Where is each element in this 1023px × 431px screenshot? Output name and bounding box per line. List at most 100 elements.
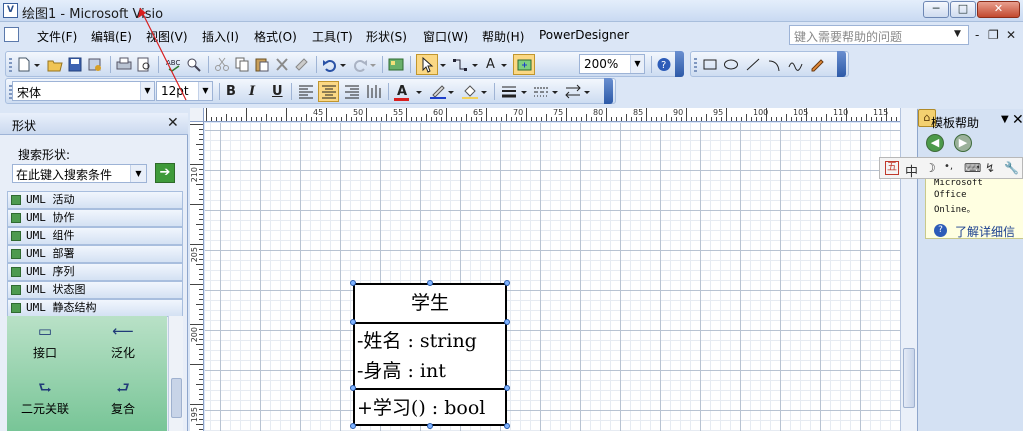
selection-handle[interactable] xyxy=(350,385,356,391)
back-icon[interactable]: ◀ xyxy=(926,134,944,152)
menu-insert[interactable]: 插入(I) xyxy=(202,28,239,45)
master-binary-association[interactable]: ⮑ 二元关联 xyxy=(15,378,75,417)
menu-window[interactable]: 窗口(W) xyxy=(423,28,468,45)
menu-view[interactable]: 视图(V) xyxy=(146,28,188,45)
mdi-minimize-button[interactable]: - xyxy=(975,28,979,42)
toolbar-options-button[interactable] xyxy=(675,51,684,77)
font-color-button[interactable]: A xyxy=(397,84,407,99)
chevron-down-icon[interactable]: ▼ xyxy=(130,165,146,182)
connector-tool-icon[interactable] xyxy=(452,57,468,72)
close-icon[interactable]: ✕ xyxy=(1012,112,1023,128)
class-operations[interactable]: +学习() : bool xyxy=(355,390,505,426)
rectangle-tool-icon[interactable] xyxy=(702,57,718,72)
underline-button[interactable]: U xyxy=(272,84,283,99)
pointer-tool-button[interactable] xyxy=(416,54,438,75)
justify-icon[interactable] xyxy=(366,84,382,99)
font-size-select[interactable]: 12pt ▼ xyxy=(156,81,213,101)
chevron-down-icon[interactable] xyxy=(481,84,487,99)
stencil-uml-static-structure[interactable]: UML 静态结构 xyxy=(7,299,183,317)
chevron-down-icon[interactable]: ▼ xyxy=(198,82,212,100)
class-name[interactable]: 学生 xyxy=(355,285,505,324)
italic-button[interactable]: I xyxy=(249,84,255,99)
shapes-window-icon[interactable] xyxy=(388,57,404,72)
selection-handle[interactable] xyxy=(350,280,356,286)
keyboard-icon[interactable]: ⌨ xyxy=(964,161,981,175)
ime-punctuation-icon[interactable]: •, xyxy=(944,161,953,172)
toolbar-grip[interactable] xyxy=(694,58,697,72)
close-button[interactable]: ✕ xyxy=(977,1,1020,18)
shapes-scrollbar[interactable] xyxy=(168,316,183,431)
zoom-select[interactable]: 200% ▼ xyxy=(579,54,645,74)
toolbar-grip[interactable] xyxy=(9,58,12,72)
delete-icon[interactable] xyxy=(274,57,290,72)
copy-icon[interactable] xyxy=(234,57,250,72)
arc-tool-icon[interactable] xyxy=(767,57,783,72)
chevron-down-icon[interactable] xyxy=(501,57,507,72)
permission-icon[interactable] xyxy=(87,57,103,72)
align-left-icon[interactable] xyxy=(298,84,314,99)
uml-class-shape[interactable]: 学生 -姓名 : string -身高 : int +学习() : bool xyxy=(353,283,507,426)
forward-icon[interactable]: ▶ xyxy=(954,134,972,152)
close-icon[interactable]: ✕ xyxy=(167,115,179,131)
research-icon[interactable] xyxy=(186,57,202,72)
line-weight-icon[interactable] xyxy=(501,84,517,99)
maximize-button[interactable]: □ xyxy=(950,1,976,18)
chevron-down-icon[interactable]: ▼ xyxy=(954,29,961,39)
chevron-down-icon[interactable] xyxy=(340,57,346,72)
learn-more-link[interactable]: 了解详细信 xyxy=(955,223,1015,240)
master-interface[interactable]: ▭ 接口 xyxy=(15,322,75,361)
align-center-button[interactable] xyxy=(318,81,339,102)
redo-icon[interactable] xyxy=(352,57,368,72)
stencil-uml-component[interactable]: UML 组件 xyxy=(7,227,183,245)
bold-button[interactable]: B xyxy=(226,84,236,99)
menu-powerdesigner[interactable]: PowerDesigner xyxy=(539,28,629,42)
chevron-down-icon[interactable] xyxy=(584,84,590,99)
search-go-button[interactable]: ➔ xyxy=(155,163,175,183)
document-icon[interactable] xyxy=(4,27,19,42)
chevron-down-icon[interactable] xyxy=(552,84,558,99)
master-composition[interactable]: ⮐ 复合 xyxy=(93,378,153,417)
ime-wubi-icon[interactable]: 五 xyxy=(885,161,899,175)
help-question-input[interactable]: 键入需要帮助的问题 xyxy=(789,25,969,45)
align-right-icon[interactable] xyxy=(344,84,360,99)
line-color-icon[interactable] xyxy=(430,84,446,99)
format-painter-icon[interactable] xyxy=(294,57,310,72)
selection-handle[interactable] xyxy=(427,423,433,429)
scrollbar-thumb[interactable] xyxy=(903,348,915,408)
connection-point-button[interactable] xyxy=(513,54,535,75)
menu-help[interactable]: 帮助(H) xyxy=(482,28,524,45)
wrench-icon[interactable]: 🔧 xyxy=(1004,161,1019,175)
toolbar-options-button[interactable] xyxy=(837,51,846,77)
ime-options-icon[interactable]: ↯ xyxy=(985,161,995,175)
print-preview-icon[interactable] xyxy=(136,57,152,72)
menu-format[interactable]: 格式(O) xyxy=(254,28,297,45)
chevron-down-icon[interactable] xyxy=(370,57,376,72)
save-icon[interactable] xyxy=(67,57,83,72)
task-pane-menu-icon[interactable]: ▼ xyxy=(1001,114,1009,125)
line-tool-icon[interactable] xyxy=(745,57,761,72)
line-ends-icon[interactable] xyxy=(565,84,581,99)
text-tool-button[interactable]: A xyxy=(486,57,495,72)
vertical-ruler[interactable]: 210 205 200 195 xyxy=(190,122,204,431)
menu-edit[interactable]: 编辑(E) xyxy=(91,28,132,45)
visio-icon[interactable]: V xyxy=(3,3,18,18)
mdi-restore-button[interactable]: ❐ xyxy=(988,28,999,42)
chevron-down-icon[interactable] xyxy=(472,57,478,72)
chevron-down-icon[interactable] xyxy=(416,84,422,99)
menu-tools[interactable]: 工具(T) xyxy=(312,28,353,45)
stencil-uml-activity[interactable]: UML 活动 xyxy=(7,191,183,209)
search-shapes-input[interactable]: 在此键入搜索条件 xyxy=(12,164,147,183)
chevron-down-icon[interactable]: ▼ xyxy=(140,82,154,100)
chevron-down-icon[interactable] xyxy=(34,57,40,72)
freeform-tool-icon[interactable] xyxy=(788,57,804,72)
chevron-down-icon[interactable] xyxy=(521,84,527,99)
paste-icon[interactable] xyxy=(254,57,270,72)
drawing-canvas[interactable]: 学生 -姓名 : string -身高 : int +学习() : bool xyxy=(205,123,900,431)
ime-halfwidth-icon[interactable]: ☽ xyxy=(925,161,936,175)
new-document-icon[interactable] xyxy=(16,57,32,72)
selection-handle[interactable] xyxy=(427,280,433,286)
menu-file[interactable]: 文件(F) xyxy=(37,28,77,45)
spelling-icon[interactable]: ABC xyxy=(166,57,182,72)
selection-handle[interactable] xyxy=(350,423,356,429)
selection-handle[interactable] xyxy=(504,280,510,286)
